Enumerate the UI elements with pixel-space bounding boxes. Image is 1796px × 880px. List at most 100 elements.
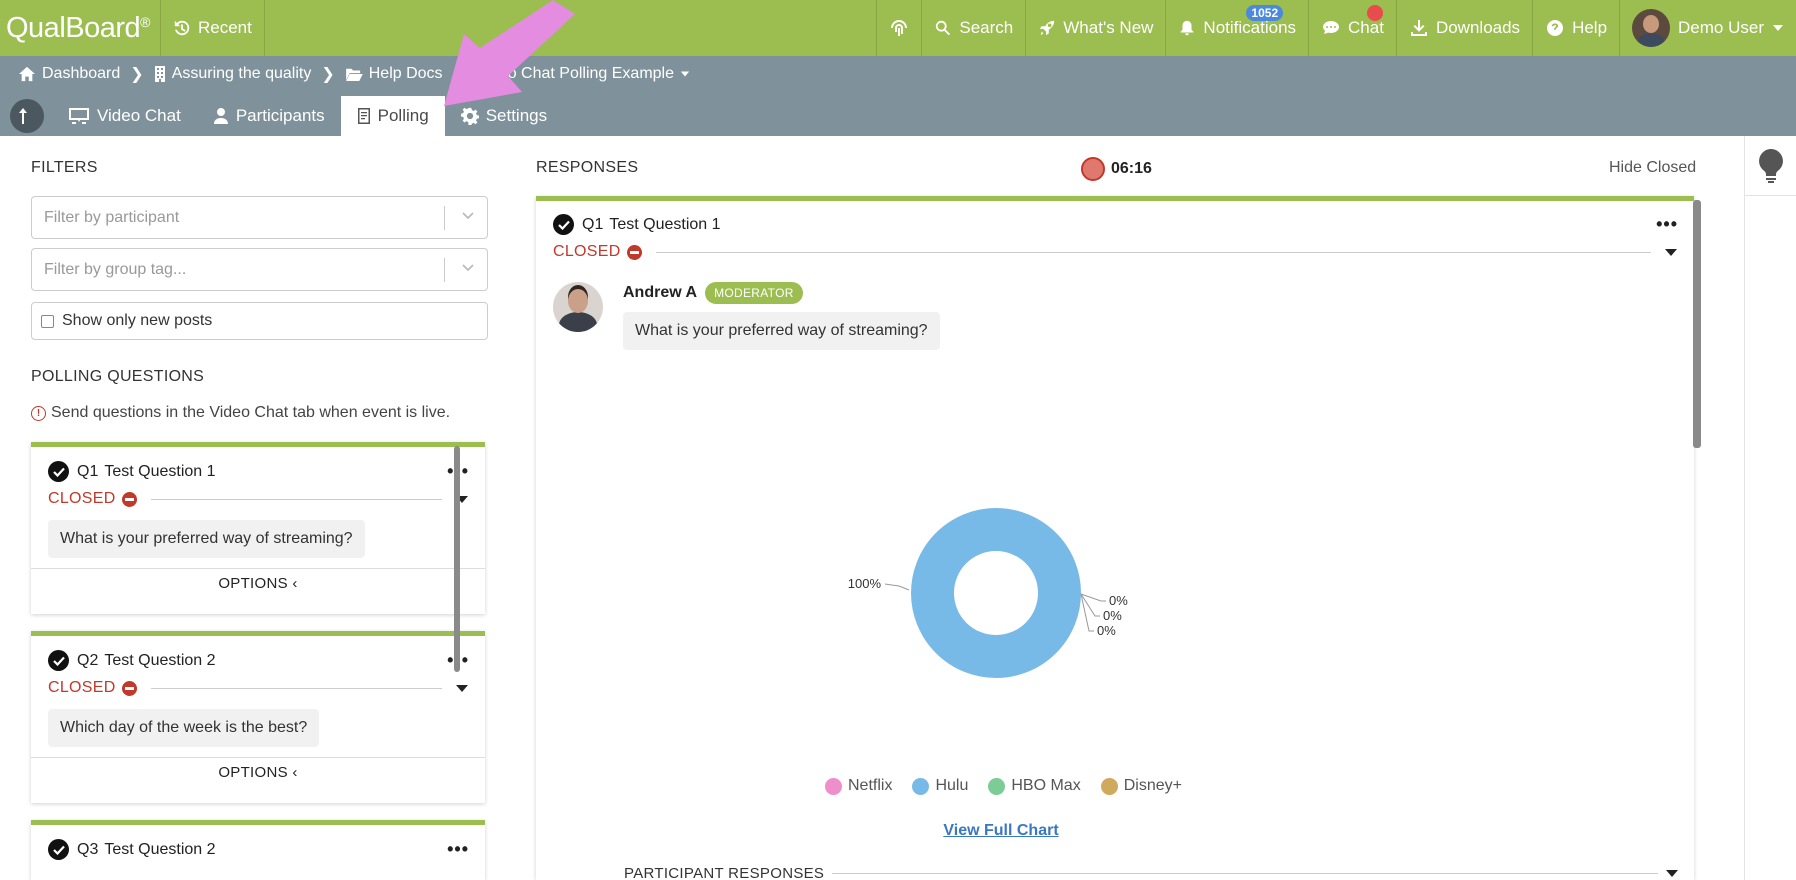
caret-down-icon xyxy=(1773,25,1783,31)
post-message: What is your preferred way of streaming? xyxy=(623,312,940,350)
check-circle-icon xyxy=(48,839,69,860)
question-number: Q3 xyxy=(77,840,99,858)
tab-settings[interactable]: Settings xyxy=(445,96,563,136)
record-indicator-icon xyxy=(1081,157,1105,181)
legend-swatch xyxy=(912,777,930,795)
responses-title: RESPONSES xyxy=(536,159,639,176)
chart-legend: Netflix Hulu HBO Max Disney+ xyxy=(825,777,1182,795)
help-button[interactable]: Help xyxy=(1533,0,1621,56)
polling-notice: ! Send questions in the Video Chat tab w… xyxy=(31,404,450,422)
options-toggle[interactable]: OPTIONS ‹ xyxy=(31,757,485,787)
question-card: Q3 Test Question 2 ••• xyxy=(31,820,485,880)
back-arrow-button[interactable] xyxy=(10,99,44,133)
chevron-left-icon: ‹ xyxy=(292,575,298,592)
arrow-up-left-icon xyxy=(19,108,27,124)
show-new-posts-toggle[interactable]: Show only new posts xyxy=(31,302,488,340)
group-tag-filter-select[interactable]: Filter by group tag... xyxy=(31,248,488,291)
legend-item-hbo-max[interactable]: HBO Max xyxy=(988,777,1081,795)
chat-bubble-icon xyxy=(1323,21,1340,34)
qualboard-logo[interactable]: QualBoard ® xyxy=(0,0,161,56)
collapse-toggle[interactable] xyxy=(1666,870,1678,877)
legend-label: Hulu xyxy=(935,777,969,794)
chevron-down-icon xyxy=(462,264,474,272)
chevron-left-icon: ‹ xyxy=(292,764,298,781)
check-circle-icon xyxy=(553,214,574,235)
right-rail xyxy=(1744,136,1796,880)
collapse-toggle[interactable] xyxy=(456,684,468,692)
question-number: Q1 xyxy=(582,215,604,233)
building-icon xyxy=(154,66,165,82)
download-icon xyxy=(1410,20,1427,36)
closed-icon xyxy=(121,491,137,507)
data-label-netflix: 0% xyxy=(1109,593,1128,608)
gear-icon xyxy=(460,107,479,125)
check-circle-icon xyxy=(48,650,69,671)
question-card: Q2 Test Question 2 ••• CLOSED Which day … xyxy=(31,631,485,803)
chat-button[interactable]: Chat xyxy=(1309,0,1397,56)
question-title: Test Question 2 xyxy=(104,840,216,858)
activity-tabs: Video Chat Participants Polling Settings xyxy=(0,96,563,136)
responses-scrollbar[interactable] xyxy=(1693,200,1701,448)
breadcrumb-dashboard[interactable]: Dashboard xyxy=(18,65,120,83)
tab-participants[interactable]: Participants xyxy=(197,96,341,136)
caret-down-icon xyxy=(680,71,690,77)
rocket-icon xyxy=(1040,20,1055,36)
tab-polling[interactable]: Polling xyxy=(340,96,445,136)
data-label-hulu: 100% xyxy=(848,576,882,591)
legend-swatch xyxy=(988,777,1006,795)
breadcrumb-activity-dropdown[interactable]: Video Chat Polling Example xyxy=(476,65,690,83)
info-icon: ! xyxy=(31,405,46,421)
chevron-right-icon: ❯ xyxy=(321,66,335,83)
label-leader-disney- xyxy=(1080,593,1094,632)
questions-scrollbar[interactable] xyxy=(454,446,460,672)
label-leader-hulu xyxy=(884,583,910,591)
search-button[interactable]: Search xyxy=(922,0,1027,56)
more-options-button[interactable]: ••• xyxy=(1656,214,1678,235)
fingerprint-button[interactable] xyxy=(876,0,923,56)
status-label: CLOSED xyxy=(553,243,621,260)
user-icon xyxy=(213,108,228,124)
legend-label: HBO Max xyxy=(1011,777,1081,794)
moderator-post: Andrew A MODERATOR What is your preferre… xyxy=(553,282,940,350)
chevron-down-icon xyxy=(462,212,474,220)
lightbulb-icon[interactable] xyxy=(1758,148,1784,184)
view-full-chart-link[interactable]: View Full Chart xyxy=(536,822,1466,840)
breadcrumb: Dashboard ❯ Assuring the quality ❯ Help … xyxy=(18,64,690,84)
breadcrumb-folder[interactable]: Help Docs xyxy=(345,65,443,83)
chevron-right-icon: ❯ xyxy=(130,66,144,83)
recent-button[interactable]: Recent xyxy=(161,0,265,56)
question-title: Test Question 1 xyxy=(609,215,721,233)
pie-slice-hulu[interactable] xyxy=(911,508,1081,678)
status-label: CLOSED xyxy=(48,490,116,507)
show-new-posts-checkbox[interactable] xyxy=(41,314,54,328)
user-menu[interactable]: Demo User xyxy=(1620,0,1796,56)
tab-video-chat[interactable]: Video Chat xyxy=(52,96,197,136)
whats-new-button[interactable]: What's New xyxy=(1026,0,1167,56)
notifications-button[interactable]: Notifications 1052 xyxy=(1166,0,1310,56)
downloads-button[interactable]: Downloads xyxy=(1397,0,1534,56)
notifications-count-badge: 1052 xyxy=(1246,5,1284,21)
legend-item-netflix[interactable]: Netflix xyxy=(825,777,892,795)
question-card: Q1 Test Question 1 ••• CLOSED What is yo… xyxy=(31,442,485,614)
top-nav-bar: QualBoard ® Recent Search What's New Noti… xyxy=(0,0,1796,56)
folder-open-icon xyxy=(345,68,363,81)
user-avatar xyxy=(1632,9,1671,47)
more-options-button[interactable]: ••• xyxy=(447,839,469,860)
question-text: Which day of the week is the best? xyxy=(48,709,320,747)
hide-closed-button[interactable]: Hide Closed xyxy=(1609,159,1696,177)
author-name: Andrew A xyxy=(623,284,698,301)
legend-label: Netflix xyxy=(848,777,893,794)
poll-results-chart: 100%0%0%0% xyxy=(848,508,1128,678)
collapse-toggle[interactable] xyxy=(1665,248,1677,256)
chat-unread-dot xyxy=(1367,5,1384,21)
options-toggle[interactable]: OPTIONS ‹ xyxy=(31,568,485,598)
recording-timer: 06:16 xyxy=(1081,157,1152,181)
closed-icon xyxy=(626,244,642,260)
data-label-disney-: 0% xyxy=(1097,623,1116,638)
polling-questions-title: POLLING QUESTIONS xyxy=(31,368,205,385)
participant-filter-select[interactable]: Filter by participant xyxy=(31,196,488,239)
legend-item-disney-[interactable]: Disney+ xyxy=(1100,777,1182,795)
breadcrumb-project[interactable]: Assuring the quality xyxy=(154,65,311,83)
status-label: CLOSED xyxy=(48,679,116,696)
legend-item-hulu[interactable]: Hulu xyxy=(912,777,968,795)
